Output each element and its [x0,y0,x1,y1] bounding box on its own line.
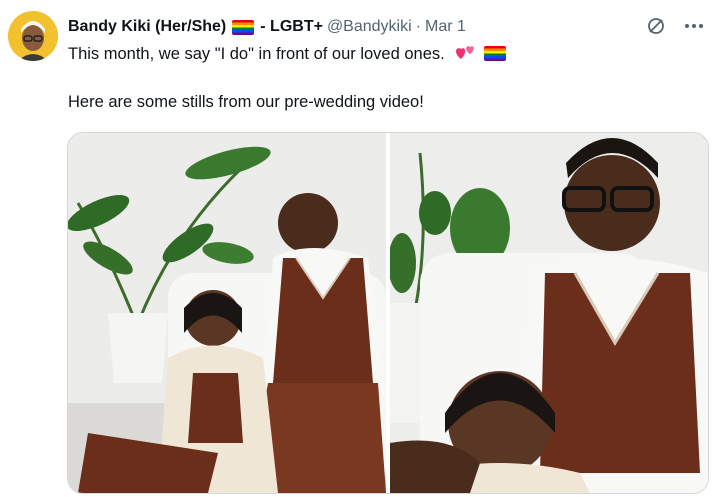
two-hearts-icon [455,44,477,67]
author-handle[interactable]: @Bandykiki [327,18,412,36]
grok-icon[interactable] [644,14,668,38]
more-icon[interactable] [682,14,706,38]
photo-1[interactable] [68,133,386,493]
author-name[interactable]: Bandy Kiki (Her/She) [68,18,226,36]
tweet-header: Bandy Kiki (Her/She) - LGBT+ @Bandykiki … [68,15,700,39]
rainbow-flag-icon [232,19,255,35]
tweet-text-line1: This month, we say "I do" in front of ou… [68,44,512,67]
author-suffix: - LGBT+ [260,18,323,35]
rainbow-flag-icon [483,46,506,61]
pre-wedding-still-1 [68,133,386,493]
media-grid [67,132,709,494]
tweet-text-line2: Here are some stills from our pre-weddin… [68,93,424,111]
tweet-text: This month, we say "I do" in front of ou… [68,45,445,63]
tweet-date[interactable]: Mar 1 [425,18,466,36]
tweet-actions [644,14,706,38]
avatar-image [8,11,58,61]
avatar[interactable] [8,11,58,61]
separator: · [415,18,421,35]
pre-wedding-still-2 [390,133,708,493]
photo-2[interactable] [390,133,708,493]
